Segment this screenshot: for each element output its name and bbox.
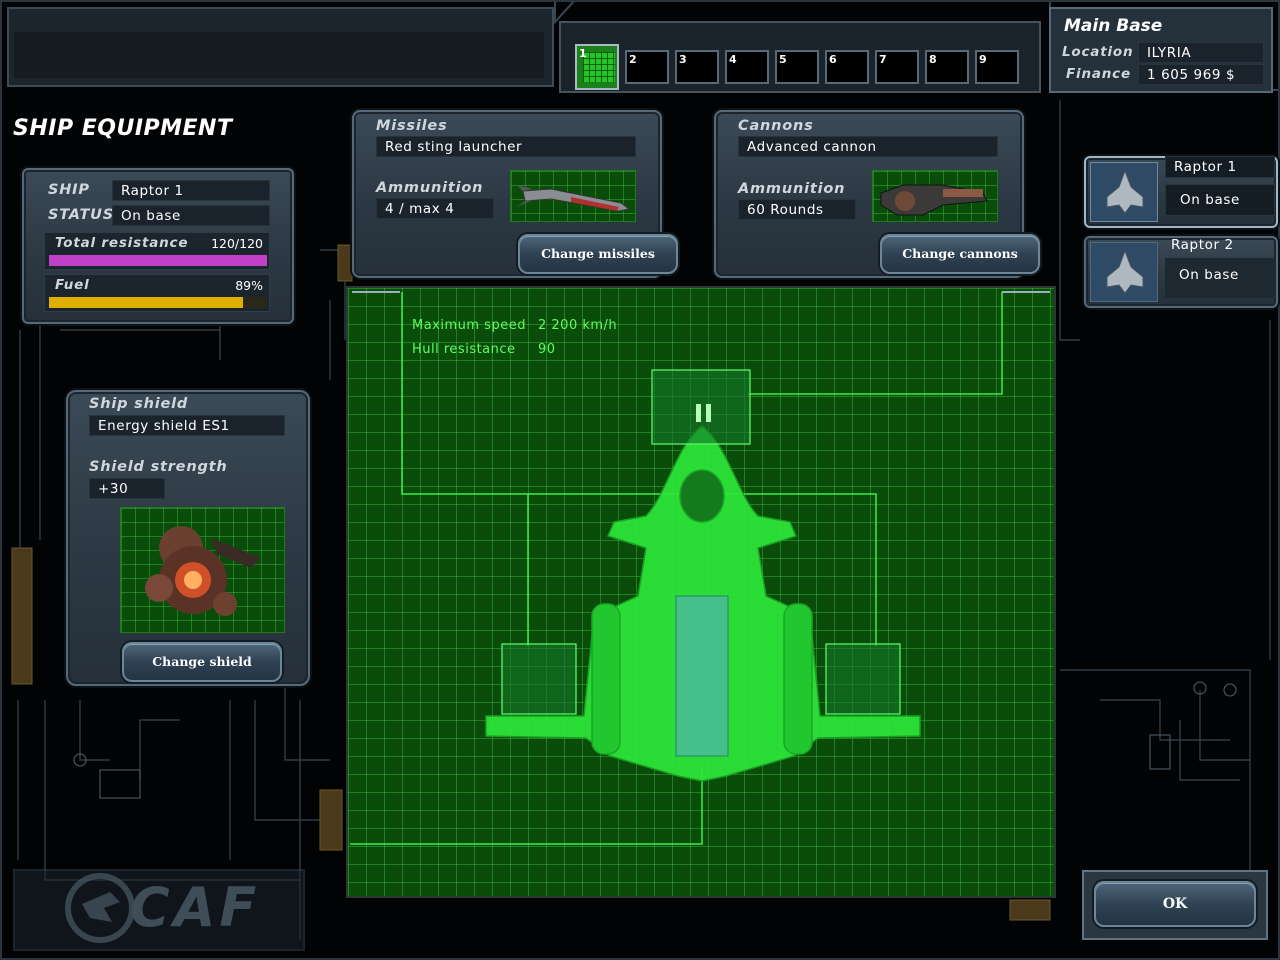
finance-label: Finance [1066,66,1131,82]
fleet-status-1: On base [1165,184,1275,216]
resistance-bar-fill [49,255,267,266]
active-slot-ship-icon [583,52,615,82]
base-info-panel: Main Base Location ILYRIA Finance 1 605 … [1052,10,1270,90]
cannons-title: Cannons [738,118,814,134]
page-title: SHIP EQUIPMENT [13,116,233,141]
fuel-value: 89% [235,278,263,293]
resistance-bar-track [49,255,267,266]
change-missiles-button[interactable]: Change missiles [518,234,678,274]
stat-hull-label: Hull resistance [412,342,516,357]
shield-strength-value: +30 [89,478,165,499]
ship-label: SHIP [48,182,90,198]
fleet-thumb-1 [1090,162,1158,222]
slot-number: 4 [729,53,737,66]
fleet-thumb-2 [1090,242,1158,302]
ship-thumbnail-icon [1106,249,1144,294]
resistance-value: 120/120 [211,236,263,251]
slot-number: 2 [629,53,637,66]
fleet-name-2: Raptor 2 [1171,237,1234,253]
fleet-status-2: On base [1165,258,1275,298]
location-label: Location [1062,44,1134,60]
cannons-name: Advanced cannon [738,136,998,157]
eagle-emblem-icon [65,873,135,943]
ship-slot-7[interactable]: 7 [875,50,919,84]
caf-logo: CAF [60,868,300,946]
slot-number: 5 [779,53,787,66]
stat-hull-value: 90 [538,342,556,357]
ship-value: Raptor 1 [112,180,270,201]
ship-thumbnail-icon [1106,169,1144,214]
ship-slot-3[interactable]: 3 [675,50,719,84]
resistance-label: Total resistance [55,235,189,251]
ship-slot-5[interactable]: 5 [775,50,819,84]
change-cannons-button[interactable]: Change cannons [880,234,1040,274]
status-value: On base [112,205,270,226]
slot-number: 3 [679,53,687,66]
location-value: ILYRIA [1138,42,1264,63]
stat-speed-label: Maximum speed [412,318,526,333]
ship-slot-4[interactable]: 4 [725,50,769,84]
cannon-image [872,170,998,222]
shield-name: Energy shield ES1 [89,415,285,436]
base-name: Main Base [1064,16,1163,36]
fuel-bar-fill [49,297,244,308]
fuel-bar-track [49,297,267,308]
energy-shield-icon [145,526,261,616]
ship-slot-2[interactable]: 2 [625,50,669,84]
slot-number: 1 [579,47,587,60]
ship-hologram [350,291,1050,845]
logo-text: CAF [130,876,261,939]
shield-strength-label: Shield strength [89,459,228,475]
ship-slot-8[interactable]: 8 [925,50,969,84]
shield-title: Ship shield [89,396,189,412]
fuel-label: Fuel [55,277,90,293]
ship-slot-9[interactable]: 9 [975,50,1019,84]
slot-number: 8 [929,53,937,66]
ship-slot-1[interactable]: 1 [575,44,619,90]
finance-value: 1 605 969 $ [1138,64,1264,85]
fleet-name-1: Raptor 1 [1165,156,1275,178]
missiles-ammo-label: Ammunition [376,180,484,196]
status-label: STATUS [48,207,114,223]
slot-number: 6 [829,53,837,66]
resistance-box: Total resistance 120/120 [44,232,270,270]
cannons-ammo-label: Ammunition [738,181,846,197]
stat-speed-value: 2 200 km/h [538,318,618,333]
fuel-box: Fuel 89% [44,274,270,312]
ok-button[interactable]: OK [1094,881,1256,927]
missile-image [510,170,636,222]
change-shield-button[interactable]: Change shield [122,642,282,682]
missiles-title: Missiles [376,118,448,134]
missiles-ammo-value: 4 / max 4 [376,198,494,219]
slot-number: 9 [979,53,987,66]
ship-slot-6[interactable]: 6 [825,50,869,84]
cannon-icon [880,184,988,216]
shield-image [120,507,285,633]
missile-icon [517,185,631,212]
slot-number: 7 [879,53,887,66]
missiles-name: Red sting launcher [376,136,636,157]
cannons-ammo-value: 60 Rounds [738,199,856,220]
